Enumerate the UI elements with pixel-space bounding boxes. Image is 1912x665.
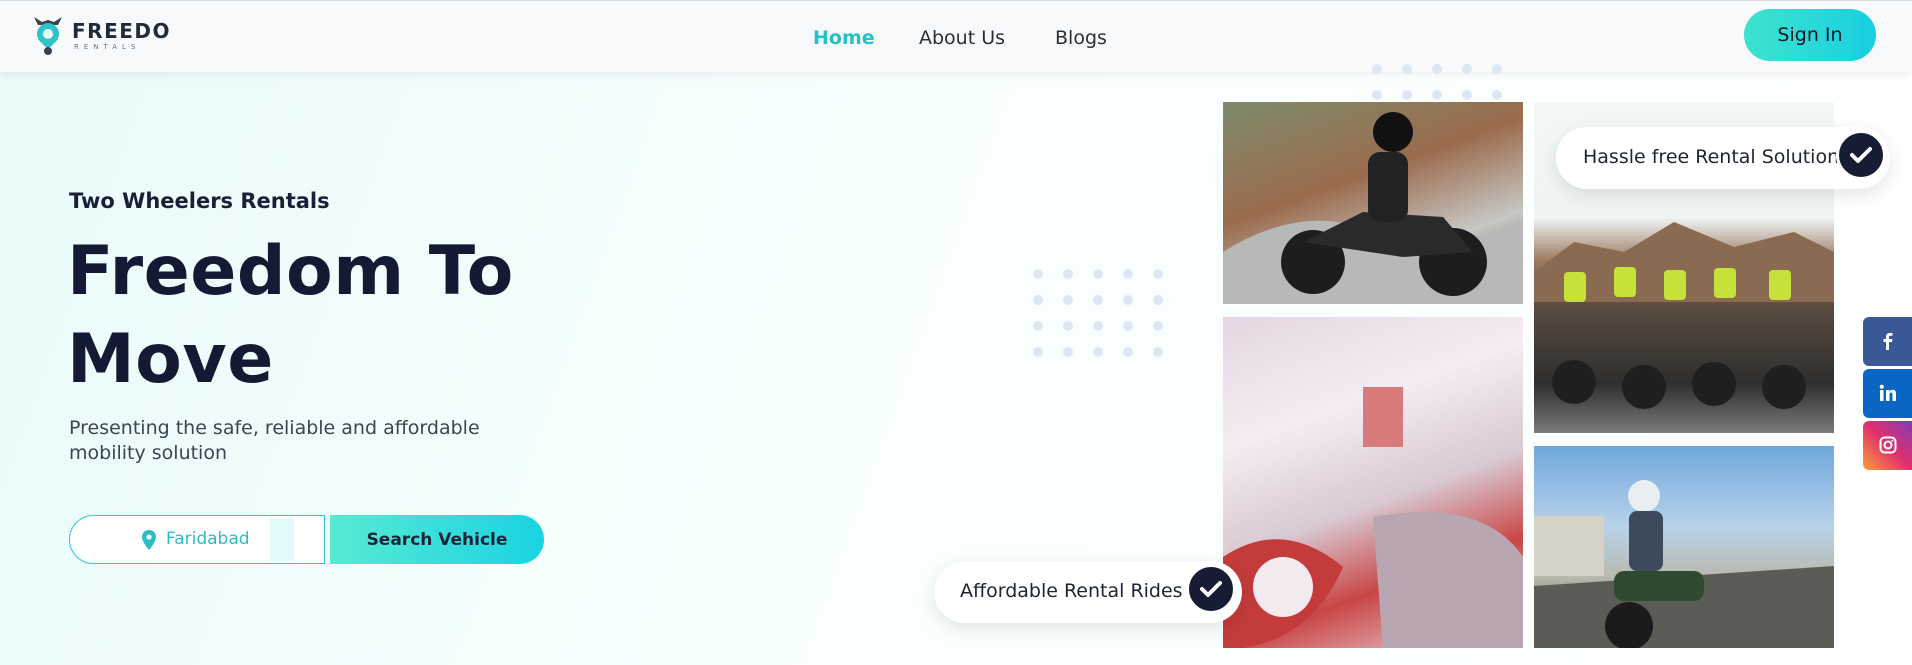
dot bbox=[1123, 269, 1133, 279]
nav-home[interactable]: Home bbox=[813, 27, 875, 49]
snow-bike-illustration bbox=[1223, 387, 1523, 648]
dot bbox=[1033, 295, 1043, 305]
dot bbox=[1033, 321, 1043, 331]
dot bbox=[1432, 90, 1442, 100]
dot bbox=[1402, 90, 1412, 100]
location-value: Faridabad bbox=[166, 529, 250, 549]
location-select[interactable]: Faridabad bbox=[69, 515, 325, 564]
nav-about-us[interactable]: About Us bbox=[919, 27, 1005, 49]
motorcycle-illustration bbox=[1223, 112, 1523, 304]
linkedin-link[interactable] bbox=[1863, 369, 1912, 418]
dot bbox=[1153, 347, 1163, 357]
hero-title-line-1: Freedom To bbox=[67, 232, 514, 311]
dot bbox=[1372, 90, 1382, 100]
decorative-dots-middle bbox=[1033, 269, 1163, 357]
logo[interactable]: FREEDO RENTALS bbox=[30, 13, 170, 57]
dot bbox=[1033, 347, 1043, 357]
location-pin-icon bbox=[142, 530, 156, 550]
dot bbox=[1462, 64, 1472, 74]
logo-subtitle: RENTALS bbox=[74, 43, 141, 51]
dot bbox=[1123, 321, 1133, 331]
hero-description: Presenting the safe, reliable and afford… bbox=[69, 417, 480, 464]
instagram-icon bbox=[1879, 436, 1897, 454]
dot bbox=[1153, 295, 1163, 305]
dot bbox=[1462, 90, 1472, 100]
dot bbox=[1063, 321, 1073, 331]
dot bbox=[1063, 347, 1073, 357]
dot bbox=[1153, 269, 1163, 279]
dot bbox=[1492, 90, 1502, 100]
dot bbox=[1063, 295, 1073, 305]
check-icon bbox=[1186, 564, 1236, 614]
photo-snowy-bike bbox=[1223, 317, 1523, 648]
check-icon bbox=[1836, 130, 1886, 180]
dot bbox=[1093, 321, 1103, 331]
dot bbox=[1372, 64, 1382, 74]
location-dropdown-toggle[interactable] bbox=[270, 518, 294, 561]
dot bbox=[1402, 64, 1412, 74]
hero-kicker: Two Wheelers Rentals bbox=[69, 189, 330, 213]
nav-blogs[interactable]: Blogs bbox=[1055, 27, 1107, 49]
dot bbox=[1093, 347, 1103, 357]
dot bbox=[1033, 269, 1043, 279]
search-vehicle-button[interactable]: Search Vehicle bbox=[330, 515, 544, 564]
hero-title: Freedom To Move bbox=[67, 228, 514, 404]
dot bbox=[1093, 269, 1103, 279]
hero-title-line-2: Move bbox=[67, 320, 274, 399]
badge-hassle-free: Hassle free Rental Solution bbox=[1556, 127, 1890, 189]
dot bbox=[1063, 269, 1073, 279]
photo-woman-rider bbox=[1534, 446, 1834, 648]
badge-affordable-text: Affordable Rental Rides bbox=[960, 580, 1183, 602]
facebook-link[interactable] bbox=[1863, 317, 1912, 366]
badge-affordable: Affordable Rental Rides bbox=[934, 561, 1242, 623]
dot bbox=[1093, 295, 1103, 305]
dot bbox=[1123, 295, 1133, 305]
dot bbox=[1123, 347, 1133, 357]
decorative-dots-top bbox=[1372, 64, 1502, 100]
photo-rider-cruiser bbox=[1223, 102, 1523, 304]
dot bbox=[1492, 64, 1502, 74]
instagram-link[interactable] bbox=[1863, 421, 1912, 470]
logo-name: FREEDO bbox=[72, 19, 171, 43]
logo-icon bbox=[34, 17, 62, 55]
linkedin-icon bbox=[1879, 384, 1896, 401]
dot bbox=[1432, 64, 1442, 74]
site-header: FREEDO RENTALS Home About Us Blogs Sign … bbox=[0, 1, 1912, 72]
woman-rider-illustration bbox=[1534, 480, 1834, 648]
dot bbox=[1153, 321, 1163, 331]
facebook-icon bbox=[1883, 332, 1893, 350]
badge-hassle-free-text: Hassle free Rental Solution bbox=[1583, 146, 1840, 168]
sign-in-button[interactable]: Sign In bbox=[1744, 9, 1876, 61]
